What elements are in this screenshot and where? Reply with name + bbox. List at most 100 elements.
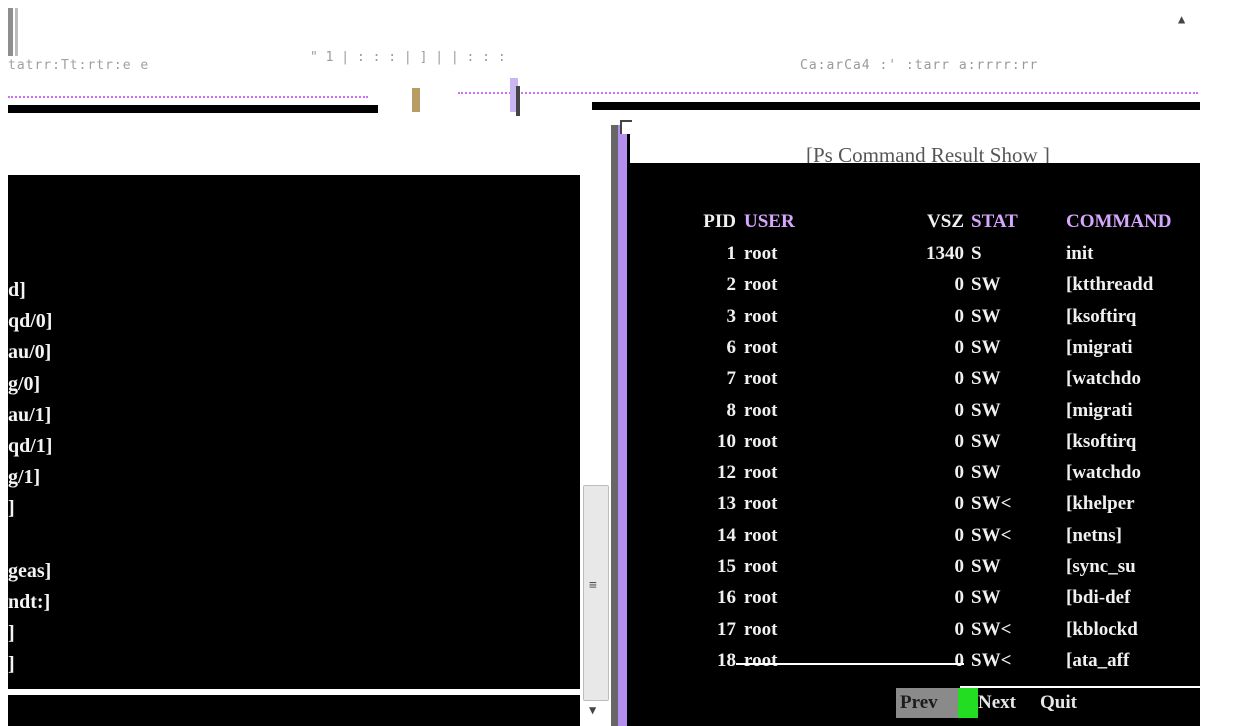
process-stat-cell: SW bbox=[971, 556, 1001, 577]
process-stat-cell: SW bbox=[971, 462, 1001, 484]
process-vsz-cell: 0 bbox=[954, 274, 965, 296]
process-user-cell: root bbox=[744, 556, 778, 577]
process-stat-cell: SW bbox=[971, 587, 1001, 609]
process-command-cell: [khelper bbox=[1066, 493, 1135, 515]
process-user-cell: root bbox=[744, 430, 778, 452]
process-stat-cell: SW bbox=[971, 430, 1001, 452]
left-panel-row: ] bbox=[8, 653, 15, 676]
process-user-cell: root bbox=[744, 618, 778, 640]
process-vsz-cell: 0 bbox=[954, 618, 965, 640]
process-pid-cell: 12 bbox=[717, 462, 736, 484]
left-panel-row: qd/1] bbox=[8, 435, 53, 457]
process-vsz-cell: 0 bbox=[954, 524, 965, 546]
process-stat-cell: SW< bbox=[971, 618, 1012, 640]
process-user-cell: root bbox=[744, 462, 778, 484]
process-command-cell: [migrati bbox=[1066, 399, 1133, 421]
process-pid-cell: 7 bbox=[726, 368, 737, 390]
process-user-cell: root bbox=[744, 274, 778, 296]
black-rule-left bbox=[8, 105, 378, 113]
process-vsz-cell: 0 bbox=[954, 430, 965, 452]
right-panel-border bbox=[611, 125, 618, 726]
black-rule-right bbox=[592, 102, 1200, 110]
left-terminal-panel: d] qd/0] au/0] g/0] au/1] qd/1] g/1]] geas] ndt:… bbox=[8, 175, 580, 689]
column-user-header: USER bbox=[744, 211, 795, 232]
process-vsz-cell: 0 bbox=[954, 556, 965, 577]
process-user-cell: root bbox=[744, 243, 778, 264]
process-stat-cell: SW bbox=[971, 368, 1001, 390]
process-user-cell: root bbox=[744, 493, 778, 515]
process-user-cell: root bbox=[744, 399, 778, 421]
process-pid-cell: 15 bbox=[717, 556, 736, 577]
column-vsz-header: VSZ bbox=[927, 211, 964, 232]
left-panel-footer bbox=[8, 695, 580, 726]
process-user-cell: root bbox=[744, 587, 778, 609]
process-vsz-cell: 0 bbox=[954, 462, 965, 484]
process-pid-cell: 14 bbox=[717, 524, 736, 546]
process-command-cell: [ksoftirq bbox=[1066, 430, 1137, 452]
next-button[interactable]: Next bbox=[978, 688, 1038, 718]
process-command-cell: [bdi-def bbox=[1066, 587, 1131, 609]
process-command-cell: [migrati bbox=[1066, 336, 1133, 358]
process-command-cell: [netns] bbox=[1066, 524, 1122, 546]
process-pid-cell: 17 bbox=[717, 618, 736, 640]
garbled-title-mid: " 1 | : : : | ] | | : : : bbox=[310, 50, 506, 65]
process-stat-cell: SW bbox=[971, 305, 1001, 327]
column-stat-header: STAT bbox=[971, 211, 1018, 232]
process-vsz-cell: 1340 bbox=[926, 243, 964, 264]
left-panel-row: ndt:] bbox=[8, 591, 51, 613]
process-vsz-cell: 0 bbox=[954, 368, 965, 390]
process-pid-cell: 13 bbox=[717, 493, 736, 515]
process-stat-cell: SW bbox=[971, 274, 1001, 296]
process-pid-cell: 8 bbox=[726, 399, 737, 421]
process-user-cell: root bbox=[744, 305, 778, 327]
process-user-cell: root bbox=[744, 524, 778, 546]
process-stat-cell: SW bbox=[971, 336, 1001, 358]
left-panel-row: ] bbox=[8, 622, 15, 645]
dotted-separator-left bbox=[8, 96, 368, 98]
left-panel-row: au/0] bbox=[8, 341, 52, 364]
prev-button[interactable]: Prev bbox=[896, 688, 958, 718]
garbled-title-left: tatrr:Tt:rtr:e e bbox=[8, 58, 150, 73]
column-pid-header: PID bbox=[703, 211, 736, 232]
process-stat-cell: SW< bbox=[971, 493, 1012, 515]
left-panel-row: d] bbox=[8, 279, 26, 301]
scrollbar-thumb[interactable] bbox=[583, 485, 609, 701]
left-panel-row: geas] bbox=[8, 559, 52, 582]
scroll-up-arrow-icon[interactable]: ▲ bbox=[1178, 12, 1185, 26]
selected-row-indicator bbox=[736, 663, 964, 665]
process-stat-cell: S bbox=[971, 243, 982, 264]
process-user-cell: root bbox=[744, 336, 778, 358]
process-command-cell: init bbox=[1066, 243, 1094, 264]
scroll-down-arrow-icon[interactable]: ▼ bbox=[589, 703, 596, 717]
process-command-cell: [sync_su bbox=[1066, 556, 1136, 577]
top-toolbar: tatrr:Tt:rtr:e e " 1 | : : : | ] | | : :… bbox=[0, 0, 1233, 125]
window-edge-mark-2 bbox=[15, 8, 18, 56]
process-pid-cell: 10 bbox=[717, 430, 736, 452]
dotted-separator-right bbox=[458, 92, 1198, 94]
process-user-cell: root bbox=[744, 649, 778, 671]
process-pid-cell: 3 bbox=[726, 305, 737, 327]
process-command-cell: [watchdo bbox=[1066, 368, 1141, 390]
process-command-cell: [kblockd bbox=[1066, 618, 1138, 640]
process-pid-cell: 6 bbox=[726, 336, 737, 358]
process-pid-cell: 16 bbox=[717, 587, 736, 609]
process-stat-cell: SW< bbox=[971, 649, 1012, 671]
scrollbar-grip-icon: ≡ bbox=[589, 578, 597, 593]
garbled-title-right: Ca:arCa4 :' :tarr a:rrrr:rr bbox=[800, 58, 1039, 73]
column-command-header: COMMAND bbox=[1066, 211, 1172, 232]
next-focus-marker bbox=[958, 688, 978, 718]
process-pid-cell: 2 bbox=[726, 274, 737, 296]
process-vsz-cell: 0 bbox=[954, 399, 965, 421]
process-command-cell: [ata_aff bbox=[1066, 649, 1130, 671]
quit-button[interactable]: Quit bbox=[1040, 688, 1100, 718]
artifact-block bbox=[412, 88, 420, 112]
process-pid-cell: 1 bbox=[726, 243, 737, 264]
process-vsz-cell: 0 bbox=[954, 587, 965, 609]
window-edge-mark bbox=[8, 8, 13, 56]
left-panel-row: ] bbox=[8, 497, 15, 520]
process-command-cell: [watchdo bbox=[1066, 462, 1141, 484]
process-stat-cell: SW< bbox=[971, 524, 1012, 546]
right-panel-accent-border bbox=[618, 125, 627, 726]
process-user-cell: root bbox=[744, 368, 778, 390]
process-vsz-cell: 0 bbox=[954, 649, 965, 671]
